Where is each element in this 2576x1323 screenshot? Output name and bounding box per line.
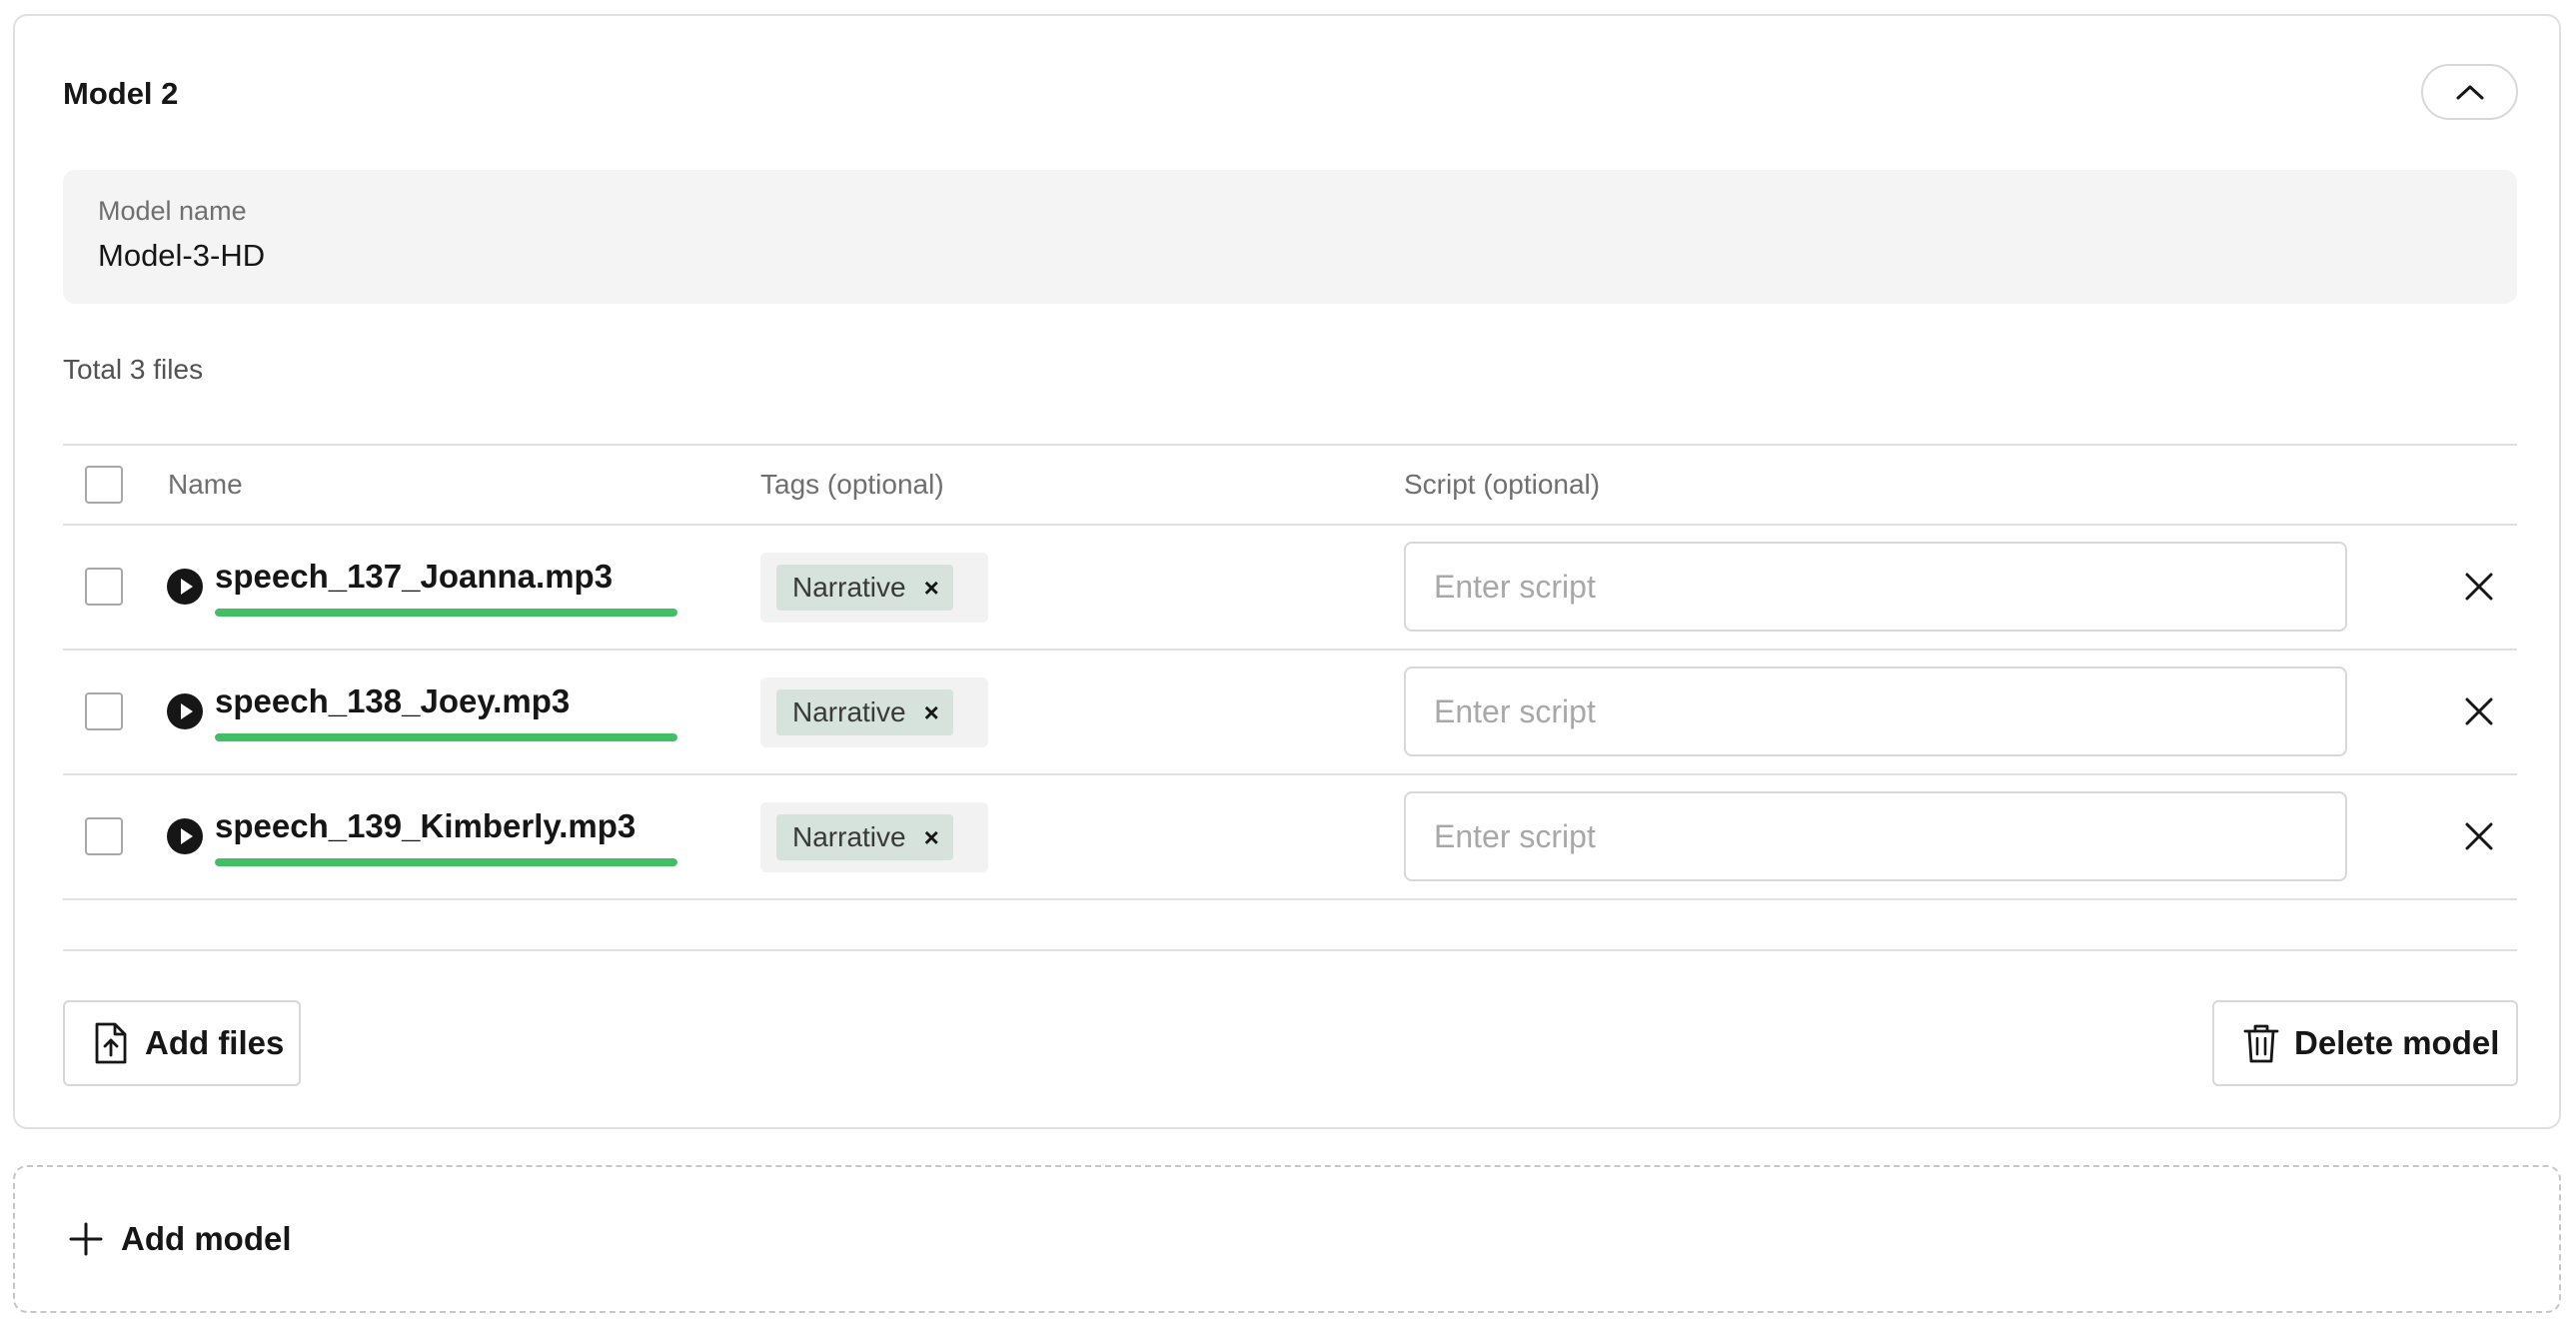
- tag-chip: Narrative ×: [776, 814, 953, 860]
- upload-progress-bar: [215, 733, 677, 741]
- add-files-button[interactable]: Add files: [63, 1000, 301, 1086]
- add-files-label: Add files: [145, 1024, 285, 1061]
- upload-progress-bar: [215, 609, 677, 617]
- tags-field[interactable]: Narrative ×: [760, 802, 988, 872]
- row-checkbox[interactable]: [85, 568, 123, 606]
- play-icon[interactable]: [166, 817, 204, 855]
- tags-field[interactable]: Narrative ×: [760, 553, 988, 623]
- model-name-value[interactable]: Model-3-HD: [98, 236, 265, 276]
- tag-remove-icon[interactable]: ×: [924, 689, 939, 735]
- script-input[interactable]: [1404, 666, 2347, 756]
- tag-remove-icon[interactable]: ×: [924, 814, 939, 860]
- play-icon[interactable]: [166, 692, 204, 730]
- tag-chip: Narrative ×: [776, 689, 953, 735]
- header-tags: Tags (optional): [760, 469, 944, 500]
- play-icon[interactable]: [166, 568, 204, 606]
- header-name: Name: [168, 469, 243, 500]
- select-all-checkbox[interactable]: [85, 466, 123, 504]
- model-name-field[interactable]: Model name Model-3-HD: [63, 170, 2517, 304]
- plus-icon: [69, 1222, 103, 1256]
- chevron-up-icon: [2456, 85, 2483, 100]
- table-row: speech_137_Joanna.mp3 Narrative ×: [63, 526, 2517, 651]
- model-title: Model 2: [63, 76, 179, 111]
- tag-label: Narrative: [792, 821, 906, 852]
- table-row: speech_139_Kimberly.mp3 Narrative ×: [63, 775, 2517, 900]
- script-input[interactable]: [1404, 542, 2347, 632]
- files-table: Name Tags (optional) Script (optional) s…: [63, 444, 2517, 900]
- tag-label: Narrative: [792, 696, 906, 727]
- add-model-button[interactable]: Add model: [13, 1165, 2561, 1313]
- close-icon[interactable]: [2459, 567, 2499, 607]
- file-name: speech_139_Kimberly.mp3: [215, 807, 637, 844]
- delete-model-label: Delete model: [2294, 1024, 2500, 1061]
- add-model-label: Add model: [121, 1220, 292, 1257]
- tags-field[interactable]: Narrative ×: [760, 677, 988, 747]
- tag-label: Narrative: [792, 572, 906, 603]
- row-checkbox[interactable]: [85, 817, 123, 855]
- upload-progress-fill: [215, 858, 677, 866]
- table-row: speech_138_Joey.mp3 Narrative ×: [63, 651, 2517, 775]
- file-upload-icon: [95, 1022, 127, 1064]
- trash-icon: [2243, 1024, 2279, 1063]
- collapse-button[interactable]: [2421, 64, 2518, 120]
- close-icon[interactable]: [2459, 816, 2499, 856]
- upload-progress-bar: [215, 858, 677, 866]
- tag-chip: Narrative ×: [776, 565, 953, 611]
- file-name: speech_137_Joanna.mp3: [215, 558, 614, 595]
- footer-divider: [63, 949, 2517, 951]
- table-header: Name Tags (optional) Script (optional): [63, 444, 2517, 526]
- total-files-count: Total 3 files: [63, 354, 204, 385]
- tag-remove-icon[interactable]: ×: [924, 565, 939, 611]
- header-script: Script (optional): [1404, 469, 1601, 500]
- close-icon[interactable]: [2459, 691, 2499, 731]
- upload-progress-fill: [215, 733, 677, 741]
- upload-progress-fill: [215, 609, 677, 617]
- row-checkbox[interactable]: [85, 692, 123, 730]
- model-card: Model 2 Model name Model-3-HD Total 3 fi…: [13, 14, 2561, 1129]
- model-name-label: Model name: [98, 196, 247, 226]
- delete-model-button[interactable]: Delete model: [2212, 1000, 2518, 1086]
- script-input[interactable]: [1404, 791, 2347, 881]
- file-name: speech_138_Joey.mp3: [215, 682, 571, 719]
